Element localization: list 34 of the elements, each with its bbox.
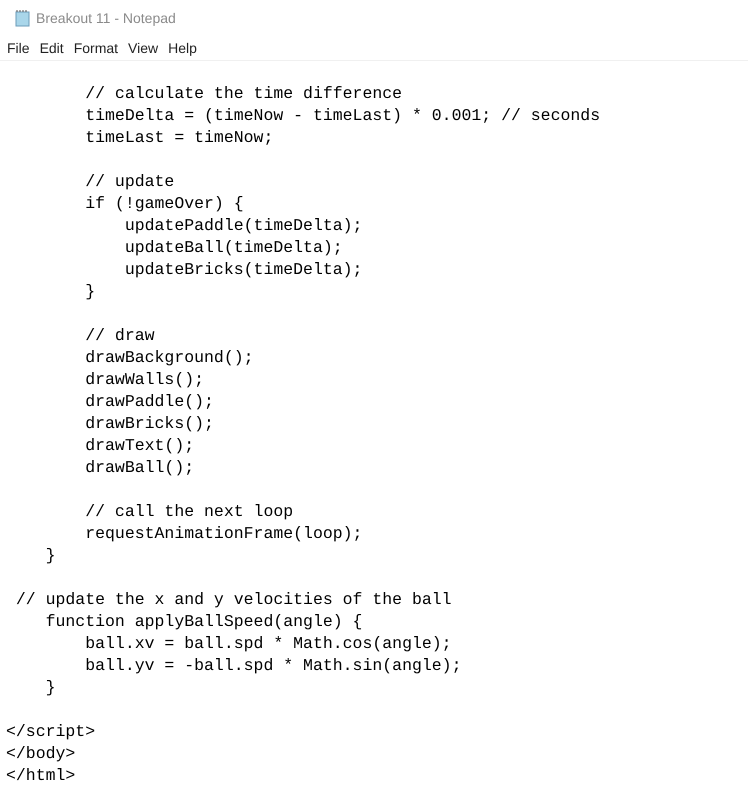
code-line: requestAnimationFrame(loop); — [84, 523, 362, 545]
code-line: if (!gameOver) { — [84, 193, 244, 215]
code-line: function applyBallSpeed(angle) { — [44, 611, 362, 633]
code-line: // calculate the time difference — [84, 83, 402, 105]
code-line: // update the x and y velocities of the ball — [14, 589, 452, 611]
code-line: } — [84, 281, 96, 303]
code-line: timeLast = timeNow; — [84, 127, 274, 149]
code-line: updateBall(timeDelta); — [124, 237, 343, 259]
code-line: } — [44, 677, 56, 699]
code-line: // draw — [84, 325, 155, 347]
code-line: updateBricks(timeDelta); — [124, 259, 362, 281]
code-line: drawText(); — [84, 435, 194, 457]
code-line: drawBricks(); — [84, 413, 214, 435]
menu-item[interactable]: Edit — [34, 40, 69, 56]
menu-item[interactable]: Help — [163, 40, 202, 56]
code-line: drawBackground(); — [84, 347, 254, 369]
code-line: drawPaddle(); — [84, 391, 214, 413]
code-line: drawBall(); — [84, 457, 194, 479]
code-line: timeDelta = (timeNow - timeLast) * 0.001; // seconds — [84, 105, 600, 127]
code-line: ball.yv = -ball.spd * Math.sin(angle); — [84, 655, 462, 677]
code-line: </body> — [6, 743, 76, 765]
code-line: updatePaddle(timeDelta); — [124, 215, 362, 237]
code-line: drawWalls(); — [84, 369, 204, 391]
code-line: // call the next loop — [84, 501, 294, 523]
code-line: // update — [84, 171, 174, 193]
code-line: } — [44, 545, 56, 567]
window-title: Breakout 11 - Notepad — [36, 10, 176, 26]
menu-item[interactable]: Format — [68, 40, 124, 56]
notepad-icon — [14, 9, 32, 27]
menu-item[interactable]: File — [2, 40, 35, 56]
menu-item[interactable]: View — [123, 40, 164, 56]
code-line: </script> — [6, 721, 96, 743]
code-line: </html> — [6, 765, 76, 786]
code-line: ball.xv = ball.spd * Math.cos(angle); — [84, 633, 452, 655]
